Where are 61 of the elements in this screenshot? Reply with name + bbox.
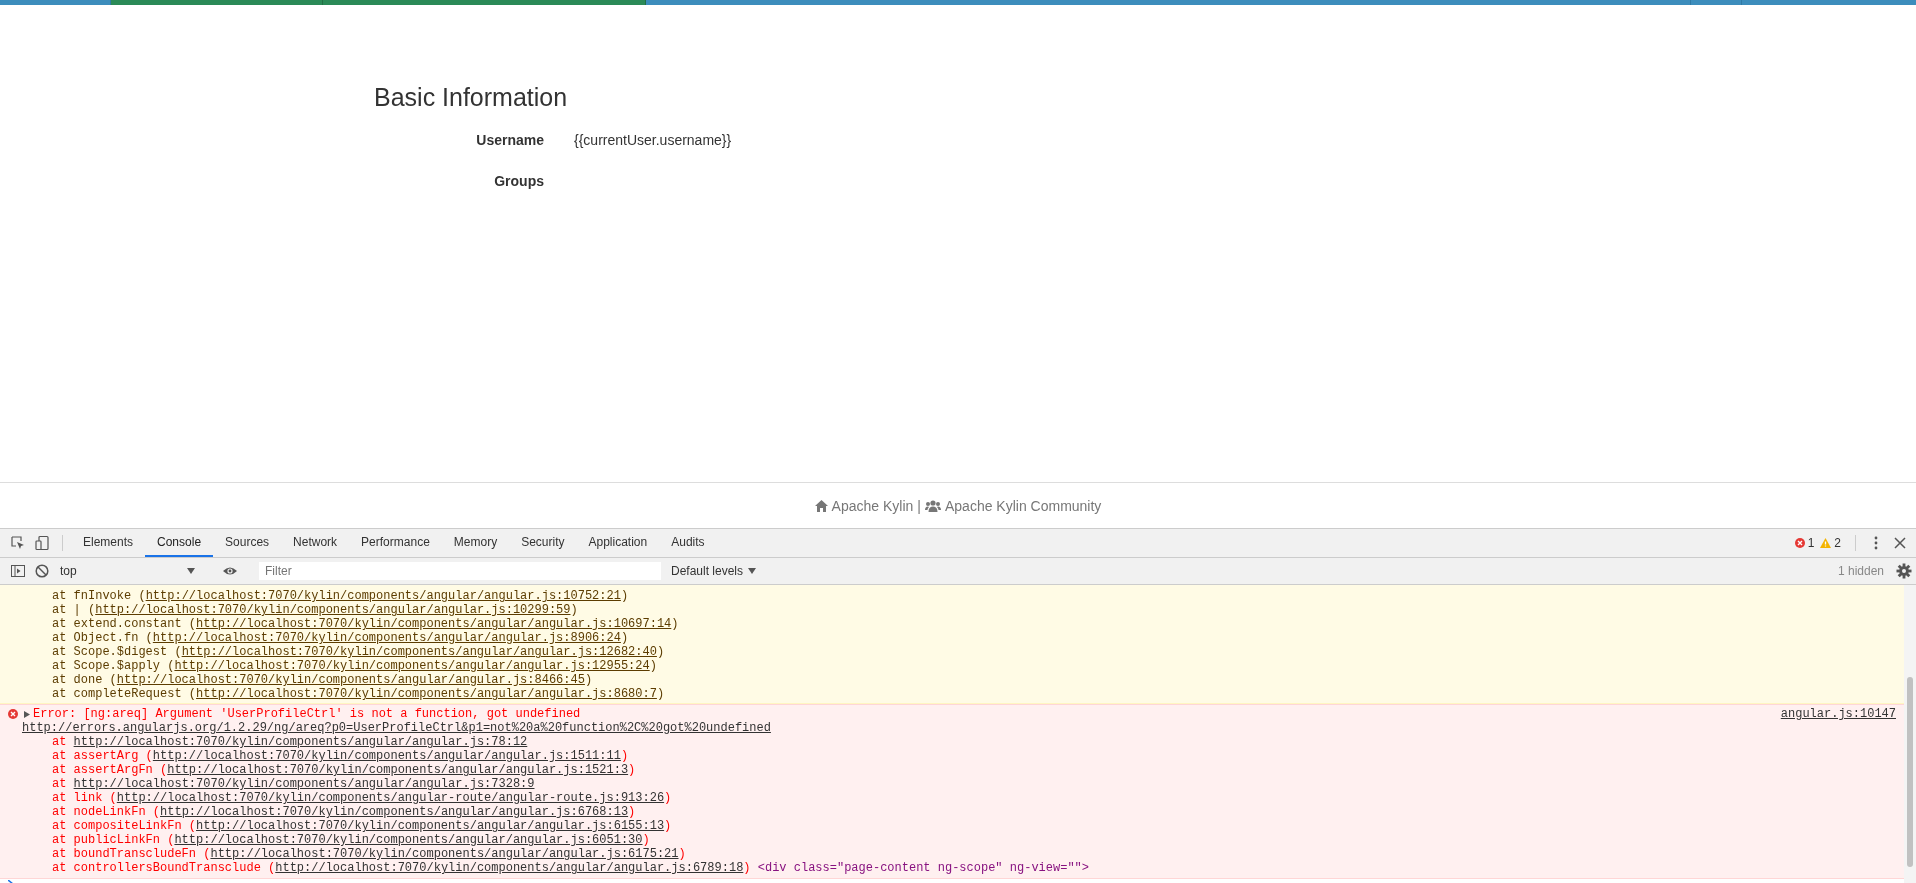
stack-trace-line: at fnInvoke (http://localhost:7070/kylin/components/angular/angular.js:10752:21) xyxy=(51,589,630,603)
separator: | xyxy=(917,497,921,514)
section-title: Basic Information xyxy=(374,83,569,112)
source-link[interactable]: http://localhost:7070/kylin/components/angular/angular.js:10697:14 xyxy=(196,617,672,631)
devtools-tab[interactable]: Security xyxy=(509,529,577,557)
source-link[interactable]: http://localhost:7070/kylin/components/angular/angular.js:78:12 xyxy=(73,735,528,749)
stack-trace-line: at extend.constant (http://localhost:7070/kylin/components/angular/angular.js:10697:14) xyxy=(51,617,680,631)
footer-link[interactable]: Apache Kylin xyxy=(814,497,914,514)
stack-trace-line: at Object.fn (http://localhost:7070/kylin/components/angular/angular.js:8906:24) xyxy=(51,631,630,645)
stack-trace-line: at done (http://localhost:7070/kylin/components/angular/angular.js:8466:45) xyxy=(51,673,594,687)
warning-count: 2 xyxy=(1834,536,1841,550)
error-url-link[interactable]: http://errors.angularjs.org/1.2.29/ng/areq?p0=UserProfileCtrl&p1=not%20a%20function%2C%20got%20undefined xyxy=(22,721,771,735)
stack-trace-line: at nodeLinkFn (http://localhost:7070/kylin/components/angular/angular.js:6768:13) xyxy=(51,805,637,819)
stack-trace-line: at http://localhost:7070/kylin/components/angular/angular.js:78:12 xyxy=(51,735,529,749)
hidden-count: 1 hidden xyxy=(1836,564,1885,578)
source-link[interactable]: http://localhost:7070/kylin/components/angular/angular.js:6155:13 xyxy=(196,819,665,833)
stack-trace-line: at | (http://localhost:7070/kylin/components/angular/angular.js:10299:59) xyxy=(51,603,579,617)
source-link[interactable]: http://localhost:7070/kylin/components/angular/angular.js:10752:21 xyxy=(145,589,621,603)
source-link[interactable]: http://localhost:7070/kylin/components/angular/angular.js:6051:30 xyxy=(174,833,643,847)
element-snippet[interactable]: <div class="page-content ng-scope" ng-view=""> xyxy=(757,861,1089,875)
stack-trace-line: at assertArg (http://localhost:7070/kylin/components/angular/angular.js:1511:11) xyxy=(51,749,630,763)
footer-link[interactable]: Apache Kylin Community xyxy=(924,497,1102,514)
stack-trace-line: at compositeLinkFn (http://localhost:7070/kylin/components/angular/angular.js:6155:13) xyxy=(51,819,673,833)
source-link[interactable]: http://localhost:7070/kylin/components/angular/angular.js:12682:40 xyxy=(181,645,657,659)
source-link[interactable]: http://localhost:7070/kylin/components/angular-route/angular-route.js:913:26 xyxy=(116,791,665,805)
source-link[interactable]: http://localhost:7070/kylin/components/angular/angular.js:8680:7 xyxy=(196,687,657,701)
source-link[interactable]: http://localhost:7070/kylin/components/angular/angular.js:12955:24 xyxy=(174,659,650,673)
error-count: 1 xyxy=(1807,536,1815,550)
source-link[interactable]: http://localhost:7070/kylin/components/angular/angular.js:10299:59 xyxy=(95,603,571,617)
stack-trace-line: at assertArgFn (http://localhost:7070/kylin/components/angular/angular.js:1521:3) xyxy=(51,763,637,777)
devtools-tab[interactable]: Performance xyxy=(349,529,442,557)
error-title: Error: [ng:areq] Argument 'UserProfileCtrl' is not a function, got undefined xyxy=(33,707,581,721)
devtools-tab[interactable]: Audits xyxy=(659,529,717,557)
source-link[interactable]: http://localhost:7070/kylin/components/angular/angular.js:7328:9 xyxy=(73,777,535,791)
stack-trace-line: at Scope.$digest (http://localhost:7070/kylin/components/angular/angular.js:12682:40) xyxy=(51,645,666,659)
field-label: Groups xyxy=(493,173,544,189)
source-link[interactable]: http://localhost:7070/kylin/components/angular/angular.js:6768:13 xyxy=(160,805,629,819)
devtools-tab[interactable]: Application xyxy=(576,529,660,557)
devtools-tab[interactable]: Memory xyxy=(441,529,510,557)
source-link[interactable]: http://localhost:7070/kylin/components/angular/angular.js:1521:3 xyxy=(167,763,629,777)
field-value: {{currentUser.username}} xyxy=(574,132,732,148)
filter-field[interactable]: Filter xyxy=(259,562,661,580)
devtools-tab[interactable]: Sources xyxy=(213,529,282,557)
source-link[interactable]: http://localhost:7070/kylin/components/angular/angular.js:6789:18 xyxy=(275,861,744,875)
stack-trace-line: at Scope.$apply (http://localhost:7070/kylin/components/angular/angular.js:12955:24) xyxy=(51,659,658,673)
source-link[interactable]: http://localhost:7070/kylin/components/angular/angular.js:8466:45 xyxy=(116,673,585,687)
source-link[interactable]: http://localhost:7070/kylin/components/angular/angular.js:1511:11 xyxy=(152,749,621,763)
stack-trace-line: at boundTranscludeFn (http://localhost:7070/kylin/components/angular/angular.js:6175:21) xyxy=(51,847,687,861)
context-select[interactable]: top xyxy=(54,564,201,578)
stack-trace-line: at http://localhost:7070/kylin/components/angular/angular.js:7328:9 xyxy=(51,777,536,791)
source-link[interactable]: http://localhost:7070/kylin/components/angular/angular.js:6175:21 xyxy=(210,847,679,861)
stack-trace-line: at link (http://localhost:7070/kylin/components/angular-route/angular-route.js:913:26) xyxy=(51,791,673,805)
source-link[interactable]: http://localhost:7070/kylin/components/angular/angular.js:8906:24 xyxy=(152,631,621,645)
stack-trace-line: at publicLinkFn (http://localhost:7070/kylin/components/angular/angular.js:6051:30) xyxy=(51,833,651,847)
levels-dropdown[interactable]: Default levels xyxy=(671,564,757,578)
stack-trace-line: at completeRequest (http://localhost:7070/kylin/components/angular/angular.js:8680:7) xyxy=(51,687,666,701)
field-label: Username xyxy=(475,132,544,148)
devtools-tab[interactable]: Elements xyxy=(71,529,146,557)
stack-trace-line: at controllersBoundTransclude (http://localhost:7070/kylin/components/angular/angular.js:6789:18) <div class="page-content ng-scope" ng-view=""> xyxy=(51,861,1090,875)
source-link[interactable]: angular.js:10147 xyxy=(1780,707,1896,721)
devtools-tab[interactable]: Network xyxy=(281,529,350,557)
